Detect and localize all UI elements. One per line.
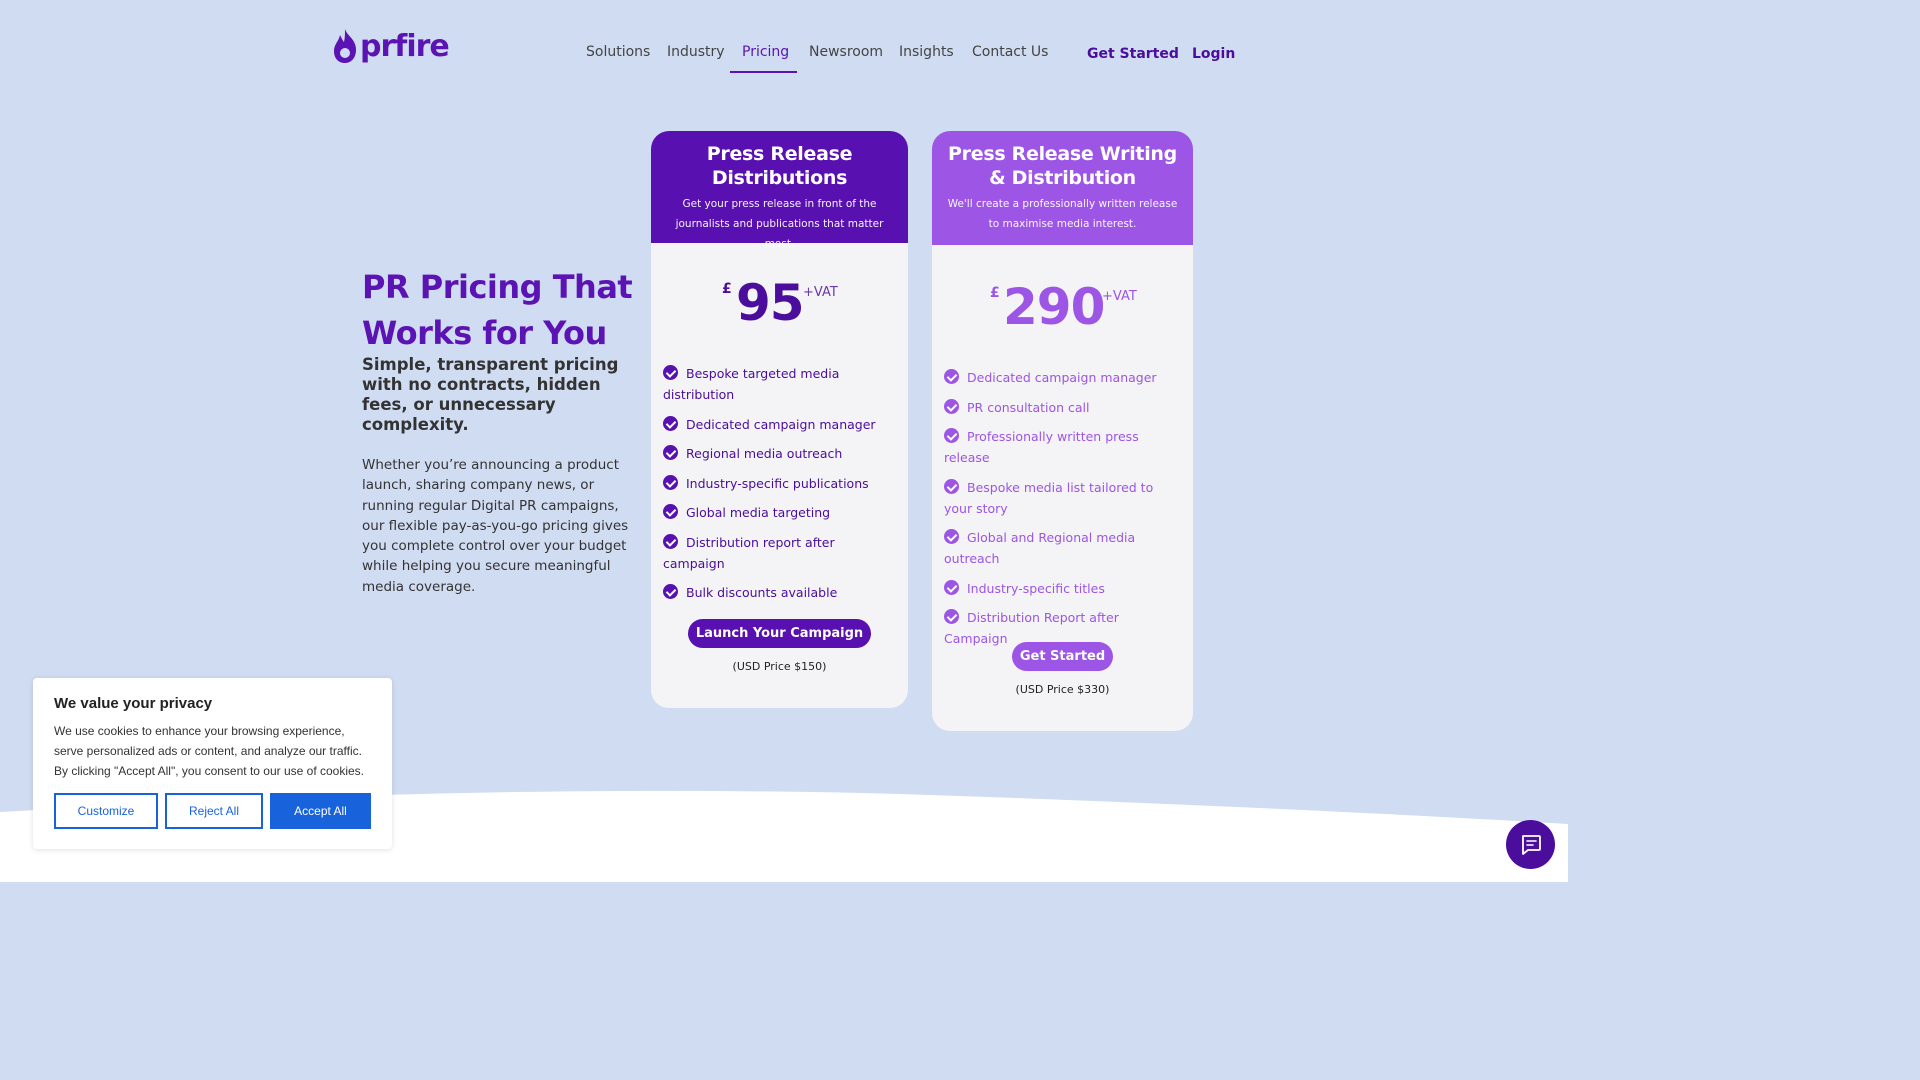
feature-item: Industry-specific titles (944, 578, 1181, 599)
feature-item: Bespoke media list tailored to your stor… (944, 478, 1154, 516)
card-header: Press Release Writing & Distribution We'… (932, 131, 1193, 245)
check-icon (663, 474, 678, 490)
feature-item: Global media targeting (663, 502, 896, 523)
cookie-consent-banner: We value your privacy We use cookies to … (33, 678, 392, 849)
nav-contact-us[interactable]: Contact Us (972, 44, 1048, 60)
reject-all-button[interactable]: Reject All (165, 793, 263, 829)
brand-logo[interactable]: prfire (332, 28, 450, 64)
plan-description: Get your press release in front of the j… (675, 198, 884, 250)
feature-item: Bulk discounts available (663, 582, 896, 603)
brand-name: prfire (360, 28, 450, 64)
feature-item: Distribution report after campaign (663, 533, 835, 571)
hero-description: Whether you’re announcing a product laun… (362, 457, 629, 595)
feature-list: Dedicated campaign manager PR consultati… (932, 367, 1193, 649)
price-amount: 290 (1003, 278, 1105, 336)
pricing-card-writing-distribution: Press Release Writing & Distribution We'… (932, 131, 1193, 731)
get-started-button[interactable]: Get Started (1011, 642, 1114, 671)
customize-button[interactable]: Customize (54, 793, 158, 829)
feature-item: PR consultation call (944, 397, 1181, 418)
check-icon (944, 579, 959, 595)
usd-price: (USD Price $150) (732, 660, 827, 673)
feature-item: Industry-specific publications (663, 473, 896, 494)
check-icon (944, 478, 959, 494)
feature-item: Bespoke targeted media distribution (663, 365, 840, 402)
page-subtitle: Simple, transparent pricing with no cont… (362, 355, 619, 434)
check-icon (944, 529, 959, 544)
login-button[interactable]: Login (1192, 46, 1235, 62)
feature-list: Bespoke targeted media distribution Dedi… (651, 363, 908, 603)
chat-icon (1521, 834, 1541, 855)
card-header: Press Release Distributions Get your pre… (651, 131, 908, 250)
nav-active-indicator (730, 71, 797, 73)
chat-button[interactable] (1506, 820, 1555, 869)
plan-title: Press Release Distributions (706, 143, 853, 189)
feature-item: Regional media outreach (663, 443, 896, 464)
check-icon (944, 428, 959, 443)
plan-description: We'll create a professionally written re… (947, 198, 1178, 230)
check-icon (944, 609, 959, 624)
cookie-actions: Customize Reject All Accept All (54, 793, 371, 829)
currency-symbol: £ (990, 285, 1000, 301)
check-icon (663, 415, 678, 431)
feature-item: Global and Regional media outreach (944, 529, 1136, 566)
cookie-description: We use cookies to enhance your browsing … (54, 724, 365, 778)
price-amount: 95 (736, 274, 805, 332)
nav-industry[interactable]: Industry (667, 44, 725, 60)
currency-symbol: £ (722, 281, 732, 297)
accept-all-button[interactable]: Accept All (270, 793, 371, 829)
vat-label: +VAT (1102, 289, 1137, 304)
get-started-nav-button[interactable]: Get Started (1087, 46, 1179, 62)
page-title: PR Pricing That Works for You (362, 268, 633, 352)
pricing-card-distribution: Press Release Distributions Get your pre… (651, 131, 908, 708)
plan-title: Press Release Writing & Distribution (948, 143, 1177, 189)
check-icon (663, 504, 678, 519)
nav-insights[interactable]: Insights (899, 44, 954, 60)
plan-price: £ 95 +VAT (651, 273, 908, 333)
feature-item: Dedicated campaign manager (944, 367, 1181, 388)
flame-icon (334, 29, 356, 63)
nav-solutions[interactable]: Solutions (586, 44, 650, 60)
cookie-title: We value your privacy (54, 695, 213, 712)
feature-item: Dedicated campaign manager (663, 414, 896, 435)
vat-label: +VAT (803, 285, 838, 300)
check-icon (663, 445, 678, 460)
check-icon (944, 398, 959, 414)
check-icon (663, 533, 678, 549)
nav-pricing[interactable]: Pricing (742, 44, 789, 60)
nav-newsroom[interactable]: Newsroom (809, 44, 883, 60)
feature-item: Professionally written press release (944, 428, 1139, 465)
launch-campaign-button[interactable]: Launch Your Campaign (687, 619, 872, 648)
check-icon (663, 365, 678, 380)
check-icon (663, 584, 678, 599)
check-icon (944, 369, 959, 384)
plan-price: £ 290 +VAT (932, 275, 1193, 336)
usd-price: (USD Price $330) (1015, 683, 1110, 696)
